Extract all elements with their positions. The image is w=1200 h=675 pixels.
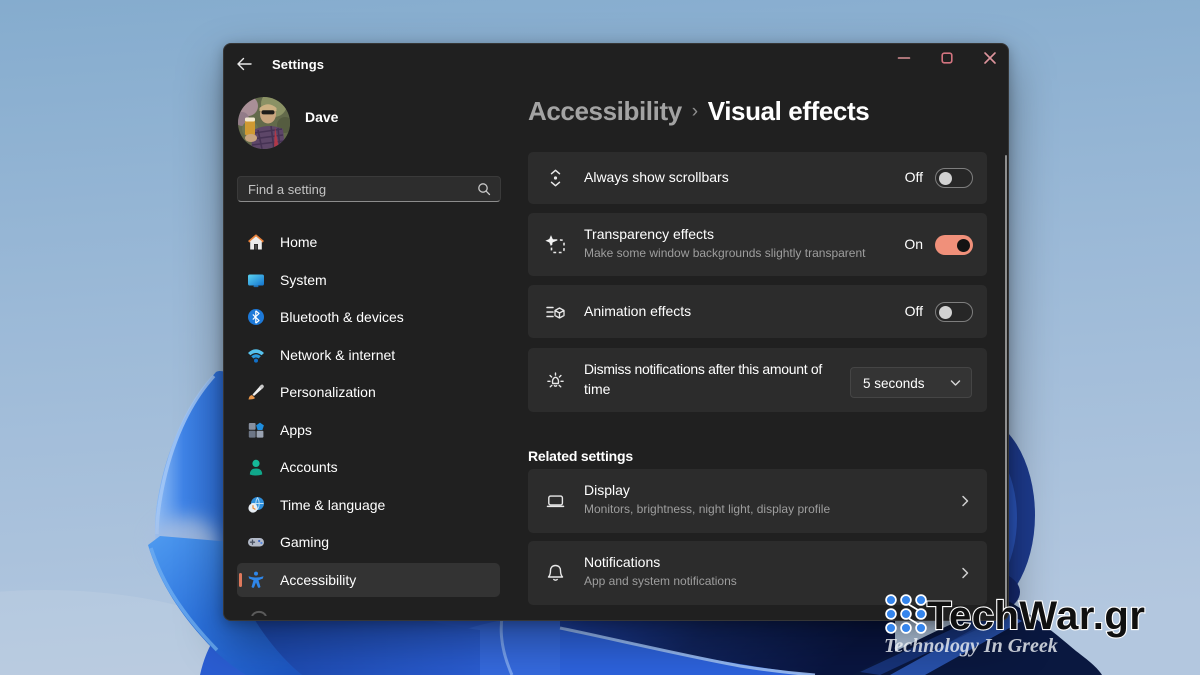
svg-text:Technology In Greek: Technology In Greek [884, 635, 1058, 657]
svg-text:TechWar.gr: TechWar.gr [927, 594, 1145, 638]
